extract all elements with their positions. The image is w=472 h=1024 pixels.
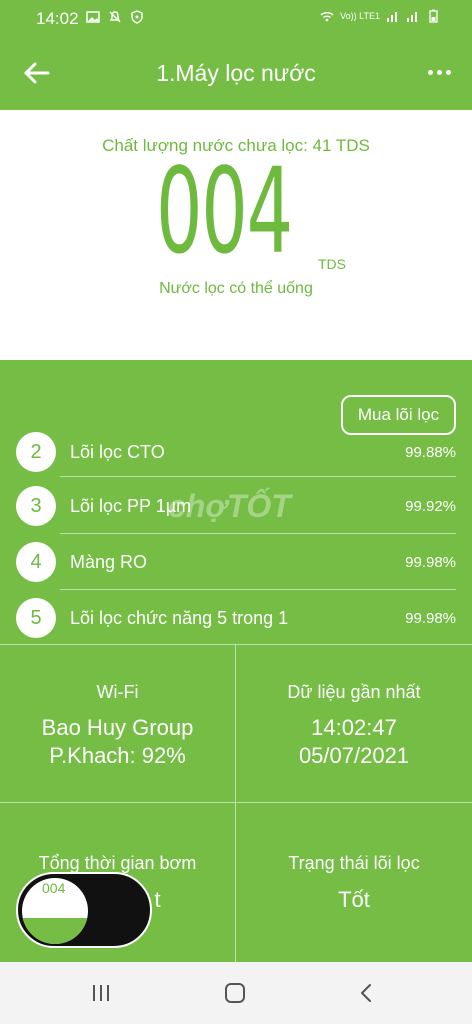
wifi-name: Bao Huy Group — [41, 715, 194, 740]
filter-row[interactable]: 5 Lõi lọc chức năng 5 trong 1 99.98% — [0, 596, 472, 651]
wifi-label: Wi-Fi — [96, 682, 139, 702]
filter-percent: 99.98% — [405, 610, 456, 627]
wave-divider — [0, 338, 472, 358]
grid-divider — [0, 802, 472, 803]
filter-name: Màng RO — [70, 552, 148, 572]
back-icon[interactable] — [354, 980, 380, 1006]
shield-icon — [131, 10, 143, 24]
more-dots-icon[interactable] — [428, 64, 452, 80]
latest-data-label: Dữ liệu gần nhất — [287, 682, 421, 702]
status-left-icons — [86, 10, 144, 24]
filter-percent: 99.88% — [405, 444, 456, 461]
network-label: Vo)) LTE1 — [340, 11, 380, 21]
status-bar: 14:02 Vo)) LTE1 — [0, 0, 472, 36]
watermark: chợTỐT — [168, 488, 291, 524]
preview-green-area — [22, 918, 88, 944]
water-status-text: Nước lọc có thể uống — [159, 280, 313, 297]
app-bar: 1.Máy lọc nước — [0, 36, 472, 110]
system-nav-bar — [0, 962, 472, 1024]
filter-number-badge: 5 — [16, 598, 56, 638]
filter-name: Lõi lọc chức năng 5 trong 1 — [70, 608, 289, 628]
signal-icon — [387, 12, 397, 22]
latest-data-date: 05/07/2021 — [298, 743, 410, 768]
buy-filter-button[interactable]: Mua lõi lọc — [341, 395, 456, 435]
filter-number-badge: 3 — [16, 486, 56, 526]
filter-percent: 99.98% — [405, 554, 456, 571]
tds-value: 004 — [156, 142, 293, 280]
signal-icon — [407, 12, 417, 22]
preview-thumbnail: 004 — [22, 878, 88, 944]
divider — [60, 589, 456, 590]
preview-value: 004 — [42, 880, 66, 896]
status-time: 14:02 — [36, 9, 79, 28]
filter-percent: 99.92% — [405, 498, 456, 515]
divider — [60, 533, 456, 534]
filter-state-value: Tốt — [338, 887, 370, 912]
divider — [60, 476, 456, 477]
filter-number-badge: 2 — [16, 432, 56, 472]
filter-number-badge: 4 — [16, 542, 56, 582]
page-title: 1.Máy lọc nước — [156, 60, 316, 86]
grid-divider — [0, 644, 472, 645]
battery-icon — [429, 9, 438, 23]
image-icon — [86, 11, 100, 23]
wifi-icon — [320, 12, 334, 22]
latest-data-time: 14:02:47 — [311, 715, 397, 740]
status-right-icons: Vo)) LTE1 — [320, 9, 440, 23]
home-icon[interactable] — [222, 980, 248, 1006]
filter-state-label: Trạng thái lõi lọc — [288, 853, 420, 873]
floating-preview-bubble[interactable]: 004 — [16, 872, 152, 948]
water-quality-panel: Chất lượng nước chưa lọc: 41 TDS 004 TDS… — [0, 110, 472, 360]
filter-name: Lõi lọc CTO — [70, 442, 165, 462]
tds-unit: TDS — [318, 256, 346, 272]
wifi-signal: P.Khach: 92% — [49, 743, 186, 768]
pump-time-label: Tổng thời gian bơm — [38, 853, 197, 873]
recent-apps-icon[interactable] — [88, 980, 114, 1006]
filter-row[interactable]: 2 Lõi lọc CTO 99.88% — [0, 432, 472, 491]
filter-row[interactable]: 4 Màng RO 99.98% — [0, 540, 472, 595]
mute-icon — [109, 11, 121, 23]
